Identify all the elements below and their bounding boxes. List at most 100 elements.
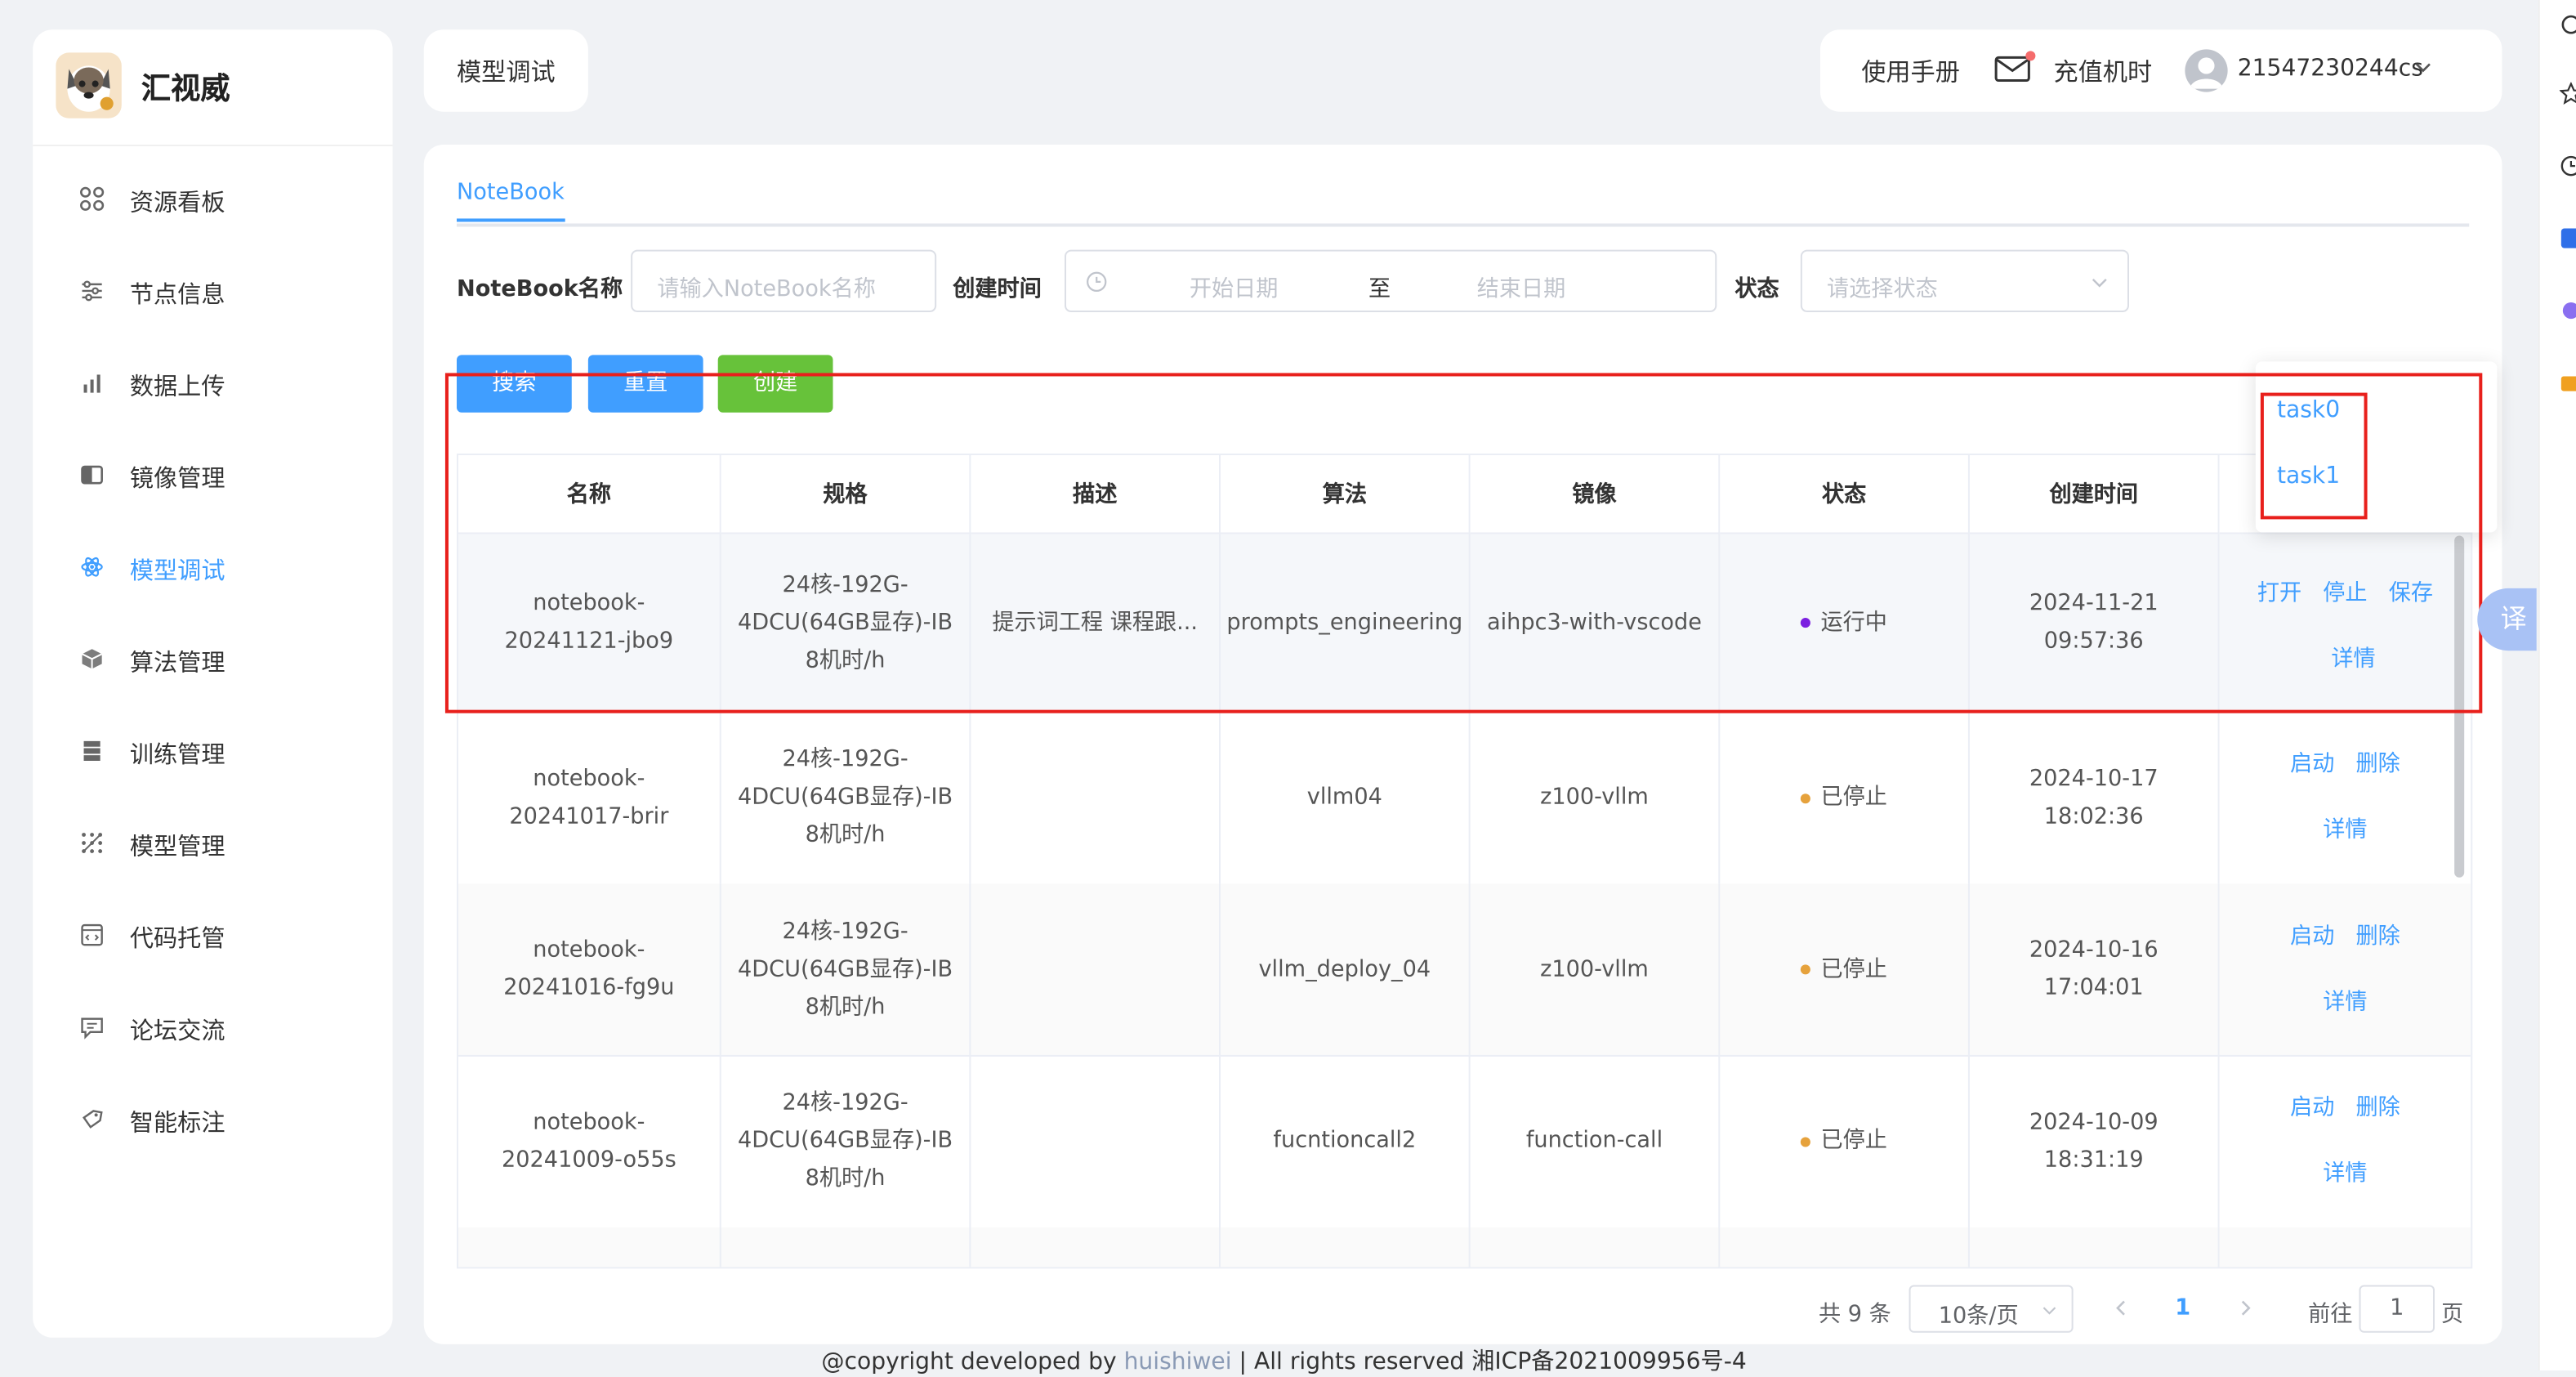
create-time-label: 创建时间 (953, 275, 1042, 302)
sidebar-item-label: 数据上传 (129, 374, 225, 401)
details-link[interactable]: 详情 (2323, 1154, 2367, 1187)
delete-link[interactable]: 删除 (2355, 917, 2400, 950)
notification-dot (2025, 51, 2036, 61)
cell-image: z100-vllm (1471, 883, 1721, 1055)
status-text: 已停止 (1820, 1127, 1887, 1154)
browser-side-strip (2538, 0, 2576, 1371)
game-icon[interactable] (2560, 299, 2576, 322)
cell-status: 已停止 (1720, 883, 1970, 1055)
translate-button[interactable]: 译 (2477, 588, 2537, 651)
sidebar-item-data-upload[interactable]: 数据上传 (33, 351, 392, 417)
delete-link[interactable]: 删除 (2355, 744, 2400, 777)
search-icon[interactable] (2560, 13, 2576, 36)
status-dot (1801, 618, 1811, 628)
brand-name: 汇视威 (141, 72, 230, 107)
details-link[interactable]: 详情 (2323, 810, 2367, 843)
main-panel: NoteBook NoteBook名称 请输入NoteBook名称 创建时间 开… (423, 144, 2502, 1344)
tag-icon (83, 1110, 103, 1129)
sidebar-item-smart-annotation[interactable]: 智能标注 (33, 1088, 392, 1153)
footer-link[interactable]: huishiwei (1124, 1349, 1232, 1375)
table-row[interactable]: notebook-20241009-o55s 24核-192G-4DCU(64G… (458, 1054, 2471, 1230)
page-tab-model-debug[interactable]: 模型调试 (423, 29, 588, 112)
sidebar-item-node-info[interactable]: 节点信息 (33, 260, 392, 325)
status-select[interactable]: 请选择状态 (1800, 249, 2129, 313)
bar-chart-icon (83, 374, 100, 393)
cell-spec: 24核-192G-4DCU(64GB显存)-IB 8机时/h (721, 711, 971, 884)
cell-ops: 打开 停止 保存 详情 (2221, 534, 2471, 712)
cell-empty (721, 1227, 971, 1267)
next-page-icon[interactable] (2238, 1300, 2254, 1317)
chevron-down-icon[interactable] (2415, 60, 2431, 74)
wallet-icon[interactable] (2560, 371, 2576, 394)
sidebar-item-label: 资源看板 (129, 190, 225, 217)
details-link[interactable]: 详情 (2323, 982, 2367, 1016)
table-row[interactable]: notebook-20241017-brir 24核-192G-4DCU(64G… (458, 711, 2471, 886)
notebook-name-input[interactable]: 请输入NoteBook名称 (631, 249, 937, 313)
cell-name: notebook-20241016-fg9u (458, 883, 721, 1055)
prev-page-icon[interactable] (2113, 1300, 2129, 1317)
search-button[interactable]: 搜索 (457, 355, 572, 413)
dropdown-item-task1[interactable]: task1 (2277, 463, 2340, 490)
sidebar-item-code-hosting[interactable]: 代码托管 (33, 904, 392, 969)
create-button[interactable]: 创建 (717, 355, 833, 413)
sidebar-item-label: 模型管理 (129, 834, 225, 861)
cell-description (971, 1054, 1221, 1228)
status-dot (1801, 964, 1811, 975)
sidebar-item-image-mgmt[interactable]: 镜像管理 (33, 444, 392, 509)
save-link[interactable]: 保存 (2389, 574, 2433, 606)
page-number-current[interactable]: 1 (2175, 1295, 2190, 1321)
code-icon (81, 923, 103, 946)
stop-link[interactable]: 停止 (2323, 574, 2367, 606)
username[interactable]: 21547230244cs (2238, 56, 2423, 82)
history-icon[interactable] (2560, 154, 2576, 177)
start-link[interactable]: 启动 (2290, 744, 2334, 777)
cell-created: 2024-10-09 18:31:19 (1970, 1054, 2220, 1228)
cell-ops: 启动 删除 详情 (2221, 1055, 2471, 1227)
user-manual-link[interactable]: 使用手册 (1861, 54, 1960, 88)
page-size-select[interactable]: 10条/页 (1909, 1285, 2074, 1333)
clock-icon (1087, 271, 1107, 293)
date-range-picker[interactable]: 开始日期 至 结束日期 (1064, 249, 1717, 313)
sidebar-item-forum[interactable]: 论坛交流 (33, 996, 392, 1062)
star-icon[interactable] (2559, 82, 2576, 105)
logo-dog-icon (56, 52, 122, 118)
footer-suffix: | All rights reserved 湘ICP备2021009956号-4 (1231, 1348, 1747, 1376)
start-link[interactable]: 启动 (2290, 1088, 2334, 1120)
mail-icon[interactable] (1994, 56, 2030, 83)
table-row[interactable]: notebook-20241121-jbo9 24核-192G-4DCU(64G… (458, 534, 2471, 713)
status-text: 已停止 (1820, 784, 1887, 811)
table-row-partial (458, 1227, 2471, 1267)
sidebar-item-model-debug[interactable]: 模型调试 (33, 536, 392, 601)
cell-name: notebook-20241009-o55s (458, 1054, 721, 1228)
dropdown-item-task0[interactable]: task0 (2277, 398, 2340, 424)
goto-page-input[interactable]: 1 (2359, 1285, 2435, 1333)
ai-icon[interactable] (2560, 226, 2576, 249)
column-header: 创建时间 (1969, 454, 2220, 534)
end-date-placeholder: 结束日期 (1476, 275, 1566, 302)
recharge-link[interactable]: 充值机时 (2053, 54, 2152, 88)
sidebar-item-training-mgmt[interactable]: 训练管理 (33, 720, 392, 785)
table-row[interactable]: notebook-20241016-fg9u 24核-192G-4DCU(64G… (458, 883, 2471, 1057)
avatar[interactable] (2185, 49, 2228, 92)
details-link[interactable]: 详情 (2331, 639, 2375, 672)
cell-algorithm: vllm04 (1221, 711, 1471, 884)
tab-notebook[interactable]: NoteBook (457, 179, 565, 222)
reset-button[interactable]: 重置 (587, 355, 703, 413)
table-scrollbar[interactable] (2454, 535, 2465, 878)
cell-algorithm: vllm_deploy_04 (1221, 883, 1471, 1055)
dashboard-icon (80, 186, 105, 211)
cell-name: notebook-20241121-jbo9 (458, 534, 721, 712)
delete-link[interactable]: 删除 (2355, 1088, 2400, 1120)
cell-image: aihpc3-with-vscode (1471, 534, 1721, 712)
cell-status: 已停止 (1720, 1054, 1970, 1228)
open-link[interactable]: 打开 (2257, 574, 2301, 606)
sidebar-item-model-mgmt[interactable]: 模型管理 (33, 811, 392, 877)
cell-ops: 启动 删除 详情 (2221, 712, 2471, 884)
sidebar-item-algorithm-mgmt[interactable]: 算法管理 (33, 628, 392, 693)
brand-header: 汇视威 (33, 29, 393, 146)
cell-empty (1221, 1227, 1471, 1267)
sliders-icon (82, 280, 102, 302)
start-link[interactable]: 启动 (2290, 917, 2334, 950)
cell-algorithm: fucntioncall2 (1221, 1054, 1471, 1228)
sidebar-item-resource-board[interactable]: 资源看板 (33, 168, 392, 233)
